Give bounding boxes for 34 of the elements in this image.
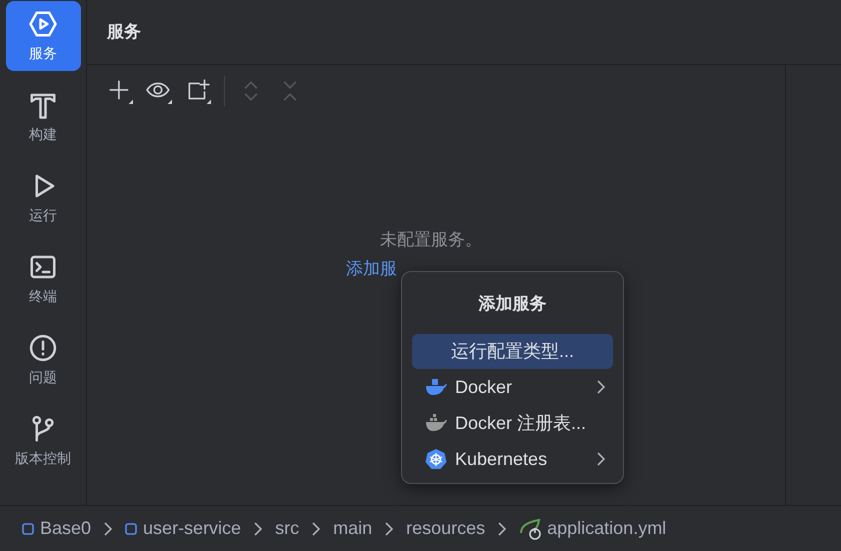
add-button[interactable] — [107, 78, 133, 104]
sidebar-item[interactable]: 构建 — [6, 82, 80, 152]
sidebar-item[interactable]: 服务 — [6, 1, 80, 71]
breadcrumb-item[interactable]: src — [275, 515, 300, 542]
popup-menu-item[interactable]: Docker — [412, 370, 613, 404]
chevron-right-icon — [497, 522, 508, 536]
popup-menu-item[interactable]: 运行配置类型... — [412, 334, 613, 368]
chevron-right-icon — [311, 522, 322, 536]
module-icon — [125, 522, 138, 534]
empty-message: 未配置服务。 — [380, 230, 482, 250]
add-service-link[interactable]: 添加服 — [346, 259, 397, 279]
popup-menu-item[interactable]: Kubernetes — [412, 442, 613, 476]
sidebar-item[interactable]: 运行 — [6, 163, 80, 233]
module-icon — [22, 522, 34, 534]
sidebar-item[interactable]: 终端 — [6, 244, 80, 314]
chevron-right-icon — [103, 522, 114, 536]
chevron-right-icon — [384, 522, 394, 536]
helm-wheel-icon — [425, 448, 447, 470]
whale-icon — [425, 413, 447, 433]
sidebar-item[interactable]: 版本控制 — [6, 406, 80, 476]
breadcrumb-item[interactable]: user-service — [125, 515, 242, 542]
panel-title: 服务 — [107, 21, 141, 44]
breadcrumb-item[interactable]: application.yml — [519, 515, 666, 542]
popup-title: 添加服务 — [478, 293, 546, 315]
sidebar-item[interactable]: 问题 — [6, 325, 80, 395]
leaf-power-icon — [519, 518, 544, 540]
chevron-right-icon — [253, 522, 264, 536]
breadcrumb-item[interactable]: Base0 — [22, 515, 92, 542]
whale-icon — [425, 377, 447, 397]
popup-menu-item[interactable]: Docker 注册表... — [412, 406, 613, 440]
warning-circle-icon — [28, 332, 58, 362]
breadcrumb-item[interactable]: resources — [406, 515, 486, 542]
play-hexagon-icon — [28, 8, 58, 38]
breadcrumb-item[interactable]: main — [333, 515, 372, 542]
